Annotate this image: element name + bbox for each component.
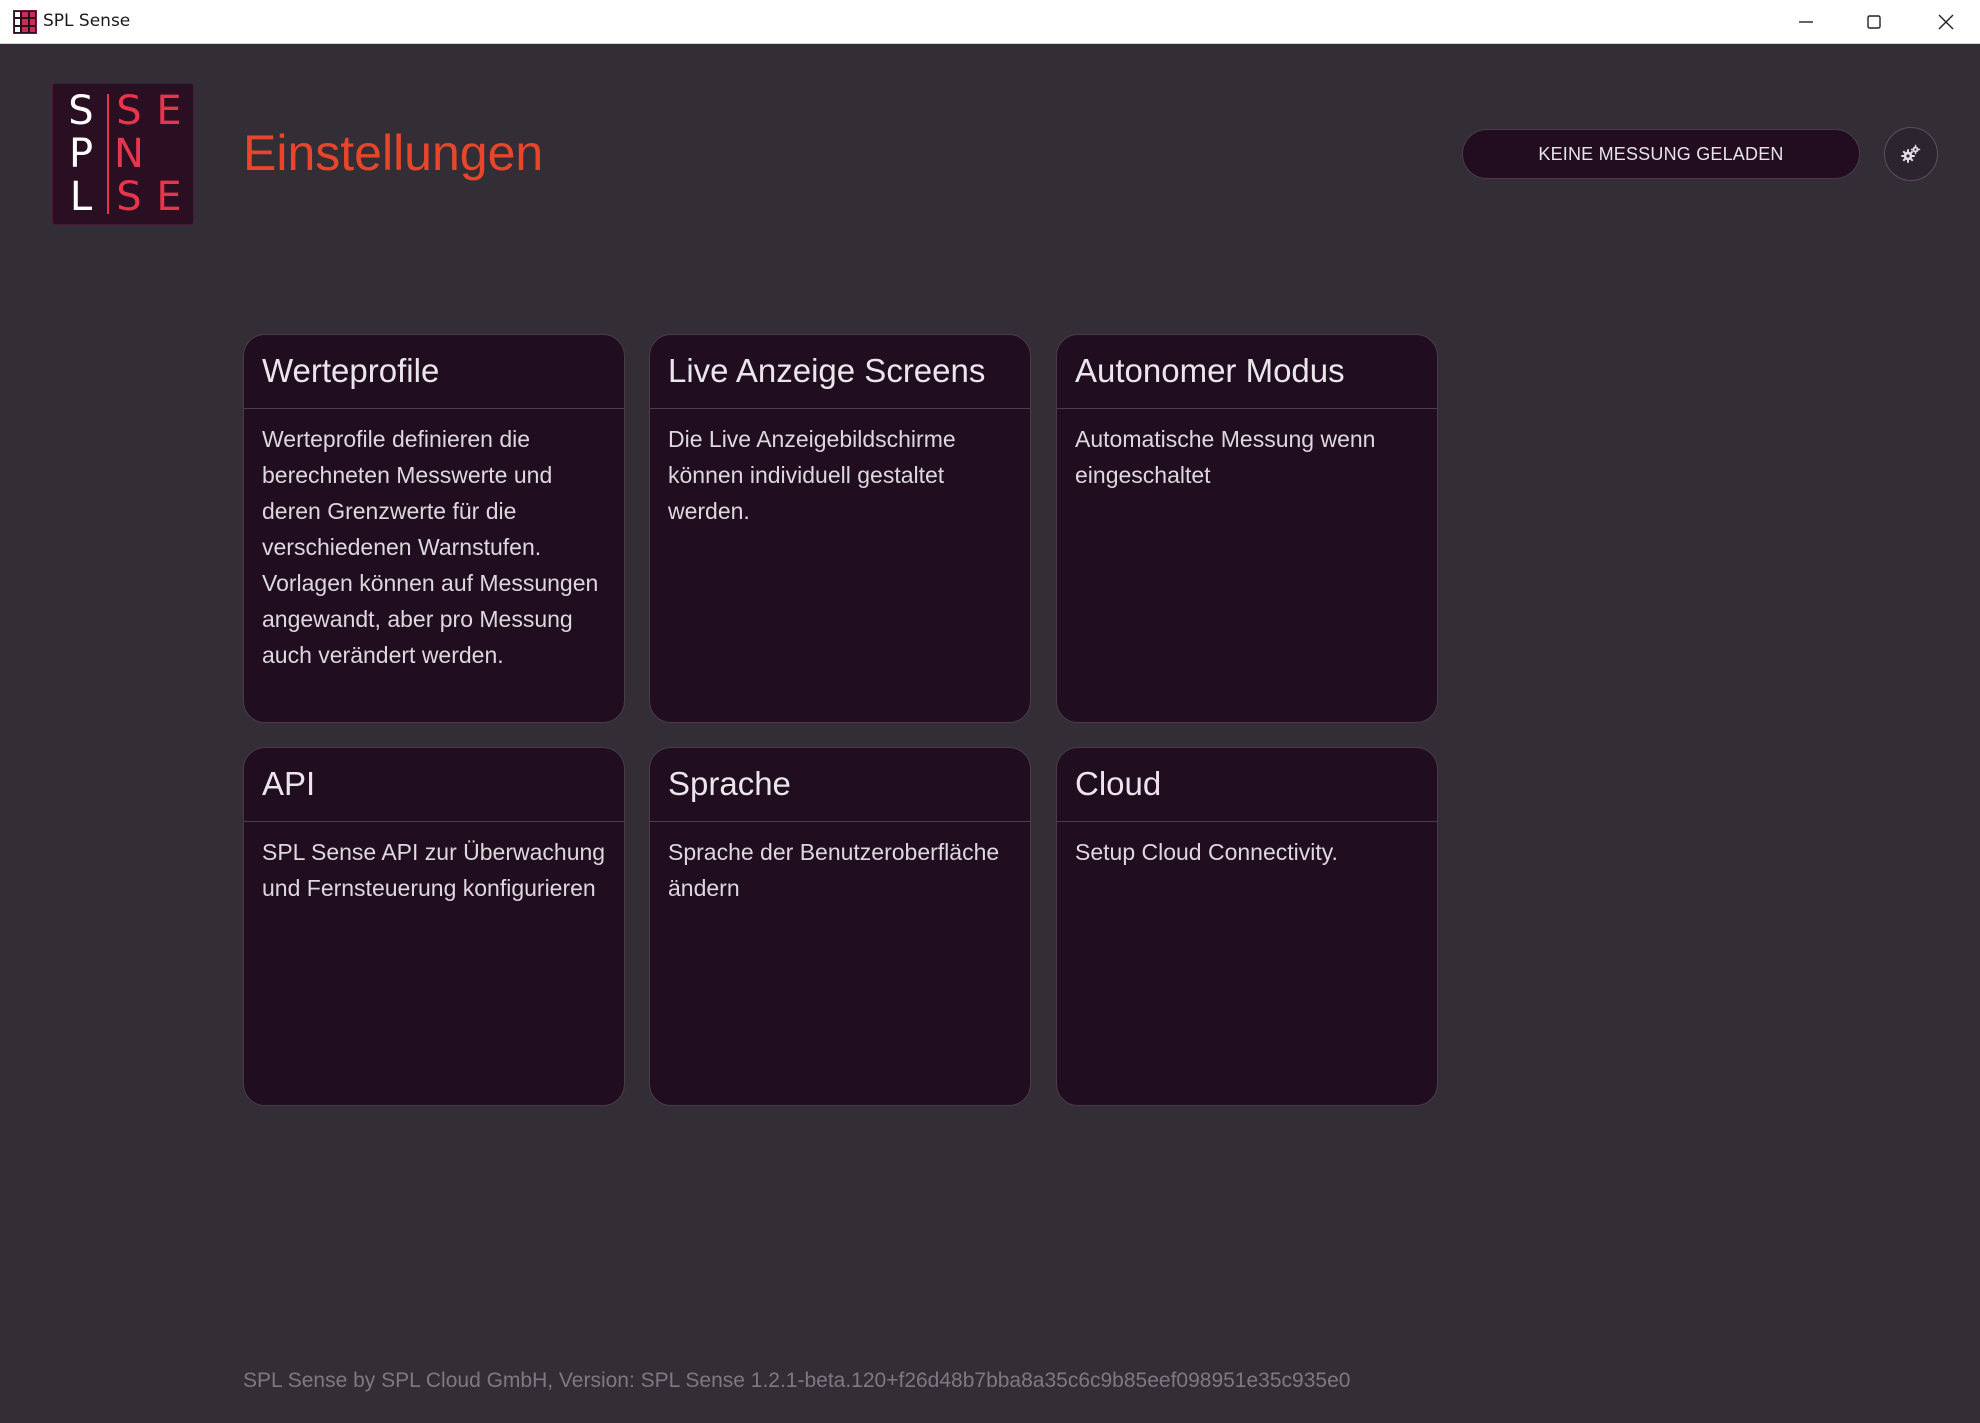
card-description: Sprache der Benutzeroberfläche ändern — [668, 839, 1000, 901]
logo-sense-letters-right: E E — [156, 88, 182, 220]
card-description: Automatische Messung wenn eingeschaltet — [1075, 426, 1376, 488]
app-icon — [13, 10, 37, 34]
settings-card-sprache[interactable]: Sprache Sprache der Benutzeroberfläche ä… — [649, 747, 1031, 1106]
close-icon — [1938, 14, 1954, 30]
card-title: Cloud — [1057, 748, 1437, 822]
card-description: Die Live Anzeigebildschirme können indiv… — [668, 426, 956, 524]
card-title: Werteprofile — [244, 335, 624, 409]
spl-sense-logo: S P L S N S E E — [52, 83, 194, 225]
minimize-icon — [1799, 21, 1813, 23]
settings-button[interactable] — [1884, 127, 1938, 181]
card-title: Sprache — [650, 748, 1030, 822]
window-title: SPL Sense — [43, 11, 131, 31]
page-title: Einstellungen — [243, 125, 544, 181]
card-description: Werteprofile definieren die berechneten … — [262, 426, 599, 668]
card-title: Live Anzeige Screens — [650, 335, 1030, 409]
card-description: SPL Sense API zur Überwachung und Fernst… — [262, 839, 606, 901]
settings-card-autonomer-modus[interactable]: Autonomer Modus Automatische Messung wen… — [1056, 334, 1438, 723]
settings-card-api[interactable]: API SPL Sense API zur Überwachung und Fe… — [243, 747, 625, 1106]
measurement-status-button[interactable]: KEINE MESSUNG GELADEN — [1462, 129, 1860, 179]
gears-icon — [1901, 144, 1921, 163]
logo-spl-letters: S P L — [68, 88, 94, 220]
card-title: API — [244, 748, 624, 822]
settings-card-werteprofile[interactable]: Werteprofile Werteprofile definieren die… — [243, 334, 625, 723]
logo-sense-letters-left: S N S — [114, 88, 144, 220]
card-title: Autonomer Modus — [1057, 335, 1437, 409]
settings-card-live-anzeige-screens[interactable]: Live Anzeige Screens Die Live Anzeigebil… — [649, 334, 1031, 723]
maximize-button[interactable] — [1840, 0, 1908, 44]
version-footer: SPL Sense by SPL Cloud GmbH, Version: SP… — [243, 1369, 1351, 1392]
minimize-button[interactable] — [1772, 0, 1840, 44]
card-description: Setup Cloud Connectivity. — [1075, 839, 1338, 865]
settings-card-cloud[interactable]: Cloud Setup Cloud Connectivity. — [1056, 747, 1438, 1106]
app-window: SPL Sense S P L S N S E E Einstellungen … — [0, 0, 1980, 1423]
title-bar: SPL Sense — [0, 0, 1980, 44]
maximize-icon — [1867, 15, 1881, 29]
close-button[interactable] — [1912, 0, 1980, 44]
